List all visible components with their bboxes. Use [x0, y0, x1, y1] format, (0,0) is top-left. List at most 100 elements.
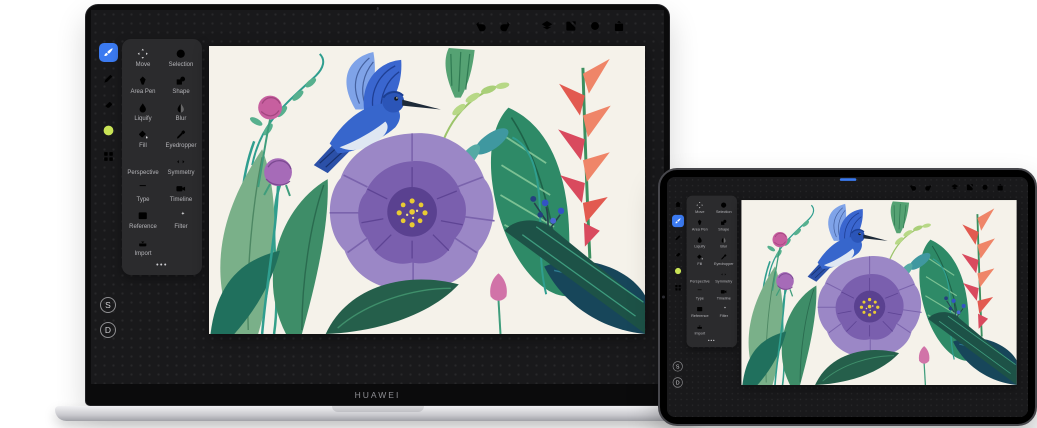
- undo-button[interactable]: [474, 19, 488, 33]
- tool-reference-button[interactable]: Reference: [124, 208, 162, 232]
- tool-timeline-button[interactable]: Timeline: [712, 287, 736, 302]
- tool-fill-button[interactable]: Fill: [124, 127, 162, 151]
- tool-area-pen-button[interactable]: Area Pen: [124, 73, 162, 97]
- tool-import-button[interactable]: Import: [124, 235, 162, 259]
- tool-label: Shape: [718, 228, 729, 232]
- tool-label: Blur: [176, 116, 187, 122]
- reference-icon: [137, 210, 149, 222]
- undo-icon: [909, 183, 918, 192]
- brush-icon: [102, 46, 115, 59]
- tool-fill-button[interactable]: Fill: [688, 252, 712, 267]
- tool-label: Eyedropper: [714, 262, 734, 266]
- layers-button[interactable]: [540, 19, 554, 33]
- tool-type-button[interactable]: Type: [688, 287, 712, 302]
- tool-import-button[interactable]: Import: [688, 321, 712, 336]
- tool-type-button[interactable]: Type: [124, 181, 162, 205]
- rail-color-swatch-button[interactable]: [672, 265, 684, 277]
- tool-eyedropper-button[interactable]: Eyedropper: [712, 252, 736, 267]
- rail-home-button[interactable]: [672, 198, 684, 210]
- rail-pen-button[interactable]: [99, 69, 118, 88]
- tool-filter-button[interactable]: Filter: [712, 304, 736, 319]
- more-tools-button[interactable]: •••: [124, 259, 200, 271]
- rail-brush-button[interactable]: [672, 215, 684, 227]
- tool-selection-button[interactable]: Selection: [162, 46, 200, 70]
- drawing-canvas[interactable]: [209, 46, 645, 334]
- redo-icon: [498, 19, 512, 33]
- laptop-base-notch: [332, 406, 424, 412]
- tool-reference-button[interactable]: Reference: [688, 304, 712, 319]
- settings-button[interactable]: [981, 183, 990, 192]
- settings-icon: [981, 183, 990, 192]
- tool-label: Timeline: [717, 297, 731, 301]
- s-badge-button[interactable]: S: [673, 361, 683, 371]
- reference-icon: [696, 305, 703, 312]
- redo-button[interactable]: [498, 19, 512, 33]
- tool-shape-button[interactable]: Shape: [162, 73, 200, 97]
- tool-shape-button[interactable]: Shape: [712, 217, 736, 232]
- tool-blur-button[interactable]: Blur: [162, 100, 200, 124]
- d-badge-button[interactable]: D: [100, 322, 116, 338]
- tool-blur-button[interactable]: Blur: [712, 235, 736, 250]
- fill-icon: [137, 129, 149, 141]
- hummingbird-artwork: [209, 46, 645, 334]
- tool-move-button[interactable]: Move: [688, 200, 712, 215]
- tool-selection-button[interactable]: Selection: [712, 200, 736, 215]
- tool-perspective-button[interactable]: Perspective: [688, 269, 712, 284]
- close-icon: [636, 19, 650, 33]
- move-icon: [696, 201, 703, 208]
- grid-icon: [674, 284, 682, 292]
- rail-grid-button[interactable]: [99, 147, 118, 166]
- tool-symmetry-button[interactable]: Symmetry: [712, 269, 736, 284]
- app-topbar: [909, 183, 1020, 192]
- pen-icon: [102, 72, 115, 85]
- drawing-canvas[interactable]: [741, 200, 1016, 385]
- tool-label: Area Pen: [130, 89, 155, 95]
- color-swatch-icon: [674, 267, 682, 275]
- tool-filter-button[interactable]: Filter: [162, 208, 200, 232]
- tool-label: Blur: [720, 245, 727, 249]
- filter-icon: [720, 305, 727, 312]
- rail-color-swatch-button[interactable]: [99, 121, 118, 140]
- type-icon: [696, 288, 703, 295]
- tool-label: Fill: [697, 262, 702, 266]
- layers-button[interactable]: [950, 183, 959, 192]
- hummingbird-artwork: [741, 200, 1016, 385]
- tool-area-pen-button[interactable]: Area Pen: [688, 217, 712, 232]
- tool-liquify-button[interactable]: Liquify: [688, 235, 712, 250]
- rail-badges: S D: [96, 297, 120, 338]
- settings-button[interactable]: [588, 19, 602, 33]
- close-button[interactable]: [1011, 183, 1020, 192]
- rail-grid-button[interactable]: [672, 282, 684, 294]
- tablet-camera-icon: [662, 296, 665, 299]
- undo-button[interactable]: [909, 183, 918, 192]
- export-button[interactable]: [564, 19, 578, 33]
- tool-symmetry-button[interactable]: Symmetry: [162, 154, 200, 178]
- rail-pen-button[interactable]: [672, 232, 684, 244]
- tool-label: Eyedropper: [165, 143, 196, 149]
- rail-eraser-button[interactable]: [672, 248, 684, 260]
- home-icon: [674, 200, 682, 208]
- redo-button[interactable]: [924, 183, 933, 192]
- layers-icon: [950, 183, 959, 192]
- timeline-icon: [175, 183, 187, 195]
- tool-timeline-button[interactable]: Timeline: [162, 181, 200, 205]
- d-badge-button[interactable]: D: [673, 377, 683, 387]
- share-button[interactable]: [612, 19, 626, 33]
- tools-panel: Move Selection Area Pen Shape Li: [122, 39, 202, 275]
- handle-pill[interactable]: [840, 178, 856, 180]
- tool-label: Symmetry: [168, 170, 195, 176]
- tool-eyedropper-button[interactable]: Eyedropper: [162, 127, 200, 151]
- close-button[interactable]: [636, 19, 650, 33]
- eyedropper-icon: [175, 129, 187, 141]
- export-button[interactable]: [965, 183, 974, 192]
- rail-brush-button[interactable]: [99, 43, 118, 62]
- tool-liquify-button[interactable]: Liquify: [124, 100, 162, 124]
- tool-perspective-button[interactable]: Perspective: [124, 154, 162, 178]
- tools-grid: Move Selection Area Pen Shape Li: [124, 46, 200, 259]
- tool-move-button[interactable]: Move: [124, 46, 162, 70]
- more-tools-button[interactable]: •••: [688, 337, 736, 345]
- paint-app-tablet: S D Move Selection: [667, 177, 1028, 417]
- s-badge-button[interactable]: S: [100, 297, 116, 313]
- rail-eraser-button[interactable]: [99, 95, 118, 114]
- share-button[interactable]: [996, 183, 1005, 192]
